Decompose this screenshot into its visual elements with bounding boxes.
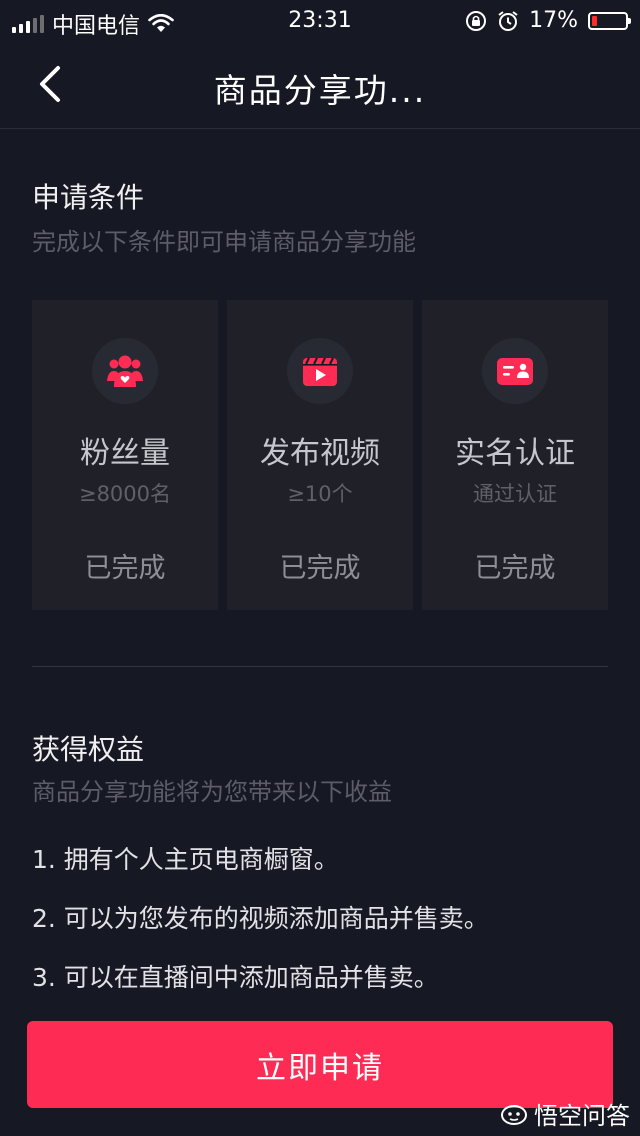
rotation-lock-icon bbox=[466, 10, 487, 31]
card-status: 已完成 bbox=[84, 553, 166, 584]
card-title: 粉丝量 bbox=[80, 436, 170, 471]
benefit-item: 1. 拥有个人主页电商橱窗。 bbox=[32, 845, 339, 874]
apply-button[interactable]: 立即申请 bbox=[27, 1021, 613, 1108]
card-requirement: ≥10个 bbox=[287, 482, 353, 506]
condition-card-verification: 实名认证 通过认证 已完成 bbox=[422, 300, 608, 610]
condition-cards: 粉丝量 ≥8000名 已完成 发布视频 ≥10个 已完成 实名认证 通过认证 已… bbox=[32, 300, 608, 610]
card-title: 发布视频 bbox=[260, 436, 380, 471]
condition-card-fans: 粉丝量 ≥8000名 已完成 bbox=[32, 300, 218, 610]
benefits-subtitle: 商品分享功能将为您带来以下收益 bbox=[32, 778, 392, 806]
status-bar: 中国电信 23:31 17% bbox=[0, 0, 640, 42]
nav-bar: 商品分享功... bbox=[0, 42, 640, 129]
watermark: 悟空问答 bbox=[500, 1096, 630, 1131]
benefits-title: 获得权益 bbox=[32, 733, 145, 766]
id-card-icon bbox=[497, 358, 533, 385]
fans-icon-wrap bbox=[92, 338, 158, 404]
video-icon-wrap bbox=[287, 338, 353, 404]
fans-icon bbox=[107, 355, 143, 387]
video-icon bbox=[303, 357, 337, 386]
page-title: 商品分享功... bbox=[213, 71, 427, 110]
card-requirement: ≥8000名 bbox=[78, 482, 172, 506]
id-card-icon-wrap bbox=[482, 338, 548, 404]
benefit-item: 2. 可以为您发布的视频添加商品并售卖。 bbox=[32, 904, 489, 933]
watermark-text: 悟空问答 bbox=[534, 1102, 630, 1130]
battery-icon bbox=[588, 11, 631, 30]
condition-card-videos: 发布视频 ≥10个 已完成 bbox=[227, 300, 413, 610]
battery-percent: 17% bbox=[529, 8, 578, 33]
card-status: 已完成 bbox=[474, 553, 556, 584]
benefit-item: 3. 可以在直播间中添加商品并售卖。 bbox=[32, 963, 439, 992]
card-status: 已完成 bbox=[279, 553, 361, 584]
conditions-subtitle: 完成以下条件即可申请商品分享功能 bbox=[32, 228, 416, 256]
alarm-icon bbox=[498, 10, 518, 31]
section-divider bbox=[32, 666, 608, 667]
wukong-logo-icon bbox=[501, 1104, 527, 1125]
card-title: 实名认证 bbox=[455, 436, 575, 471]
status-right: 17% bbox=[465, 8, 631, 33]
conditions-title: 申请条件 bbox=[32, 181, 145, 214]
card-requirement: 通过认证 bbox=[473, 482, 557, 506]
battery-fill bbox=[592, 15, 598, 26]
